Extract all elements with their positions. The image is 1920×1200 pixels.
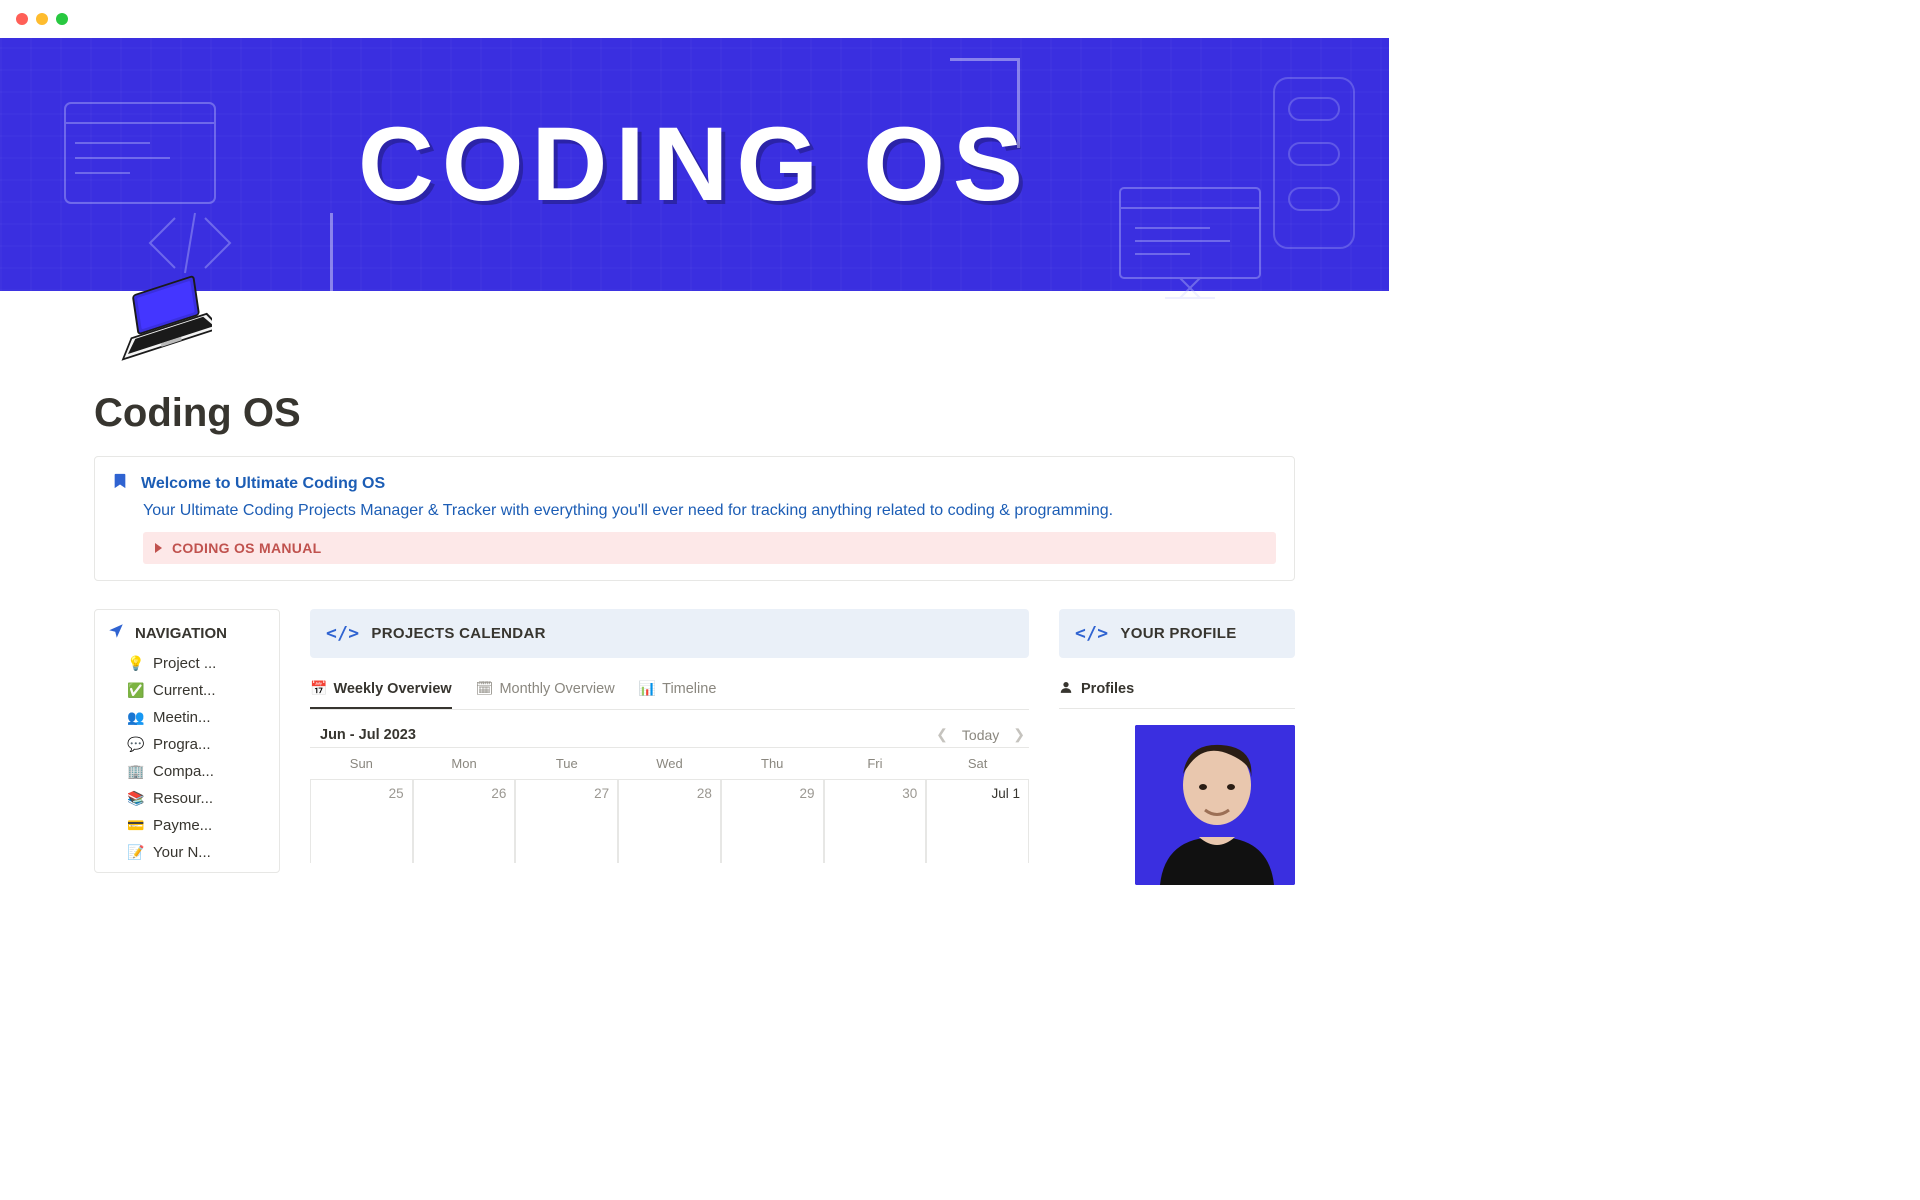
- code-icon: </>: [1075, 623, 1108, 644]
- sidebar-item-icon: 💬: [127, 736, 145, 753]
- calendar-date-label: 26: [491, 786, 506, 801]
- page-content: Coding OS Welcome to Ultimate Coding OS …: [0, 291, 1389, 885]
- projects-calendar-header: </> PROJECTS CALENDAR: [310, 609, 1029, 658]
- profile-avatar[interactable]: [1135, 725, 1295, 885]
- calendar-dayname: Sun: [310, 748, 413, 779]
- sidebar-item-2[interactable]: 👥 Meetin...: [107, 704, 267, 731]
- calendar-dayname: Thu: [721, 748, 824, 779]
- sidebar-item-icon: 👥: [127, 709, 145, 726]
- projects-calendar-title: PROJECTS CALENDAR: [371, 625, 545, 642]
- calendar-cell[interactable]: Jul 1: [926, 779, 1029, 863]
- page-title: Coding OS: [94, 391, 1295, 436]
- sidebar-item-label: Current...: [153, 682, 216, 699]
- callout-description: Your Ultimate Coding Projects Manager & …: [143, 502, 1276, 520]
- navigation-arrow-icon: [107, 622, 125, 644]
- sidebar-item-5[interactable]: 📚 Resour...: [107, 785, 267, 812]
- person-icon: [1059, 680, 1073, 698]
- calendar-cell[interactable]: 27: [515, 779, 618, 863]
- corner-bracket-icon: [330, 213, 400, 303]
- cover-title: CODING OS: [358, 105, 1031, 225]
- calendar-date-label: 25: [389, 786, 404, 801]
- sidebar-item-icon: 📚: [127, 790, 145, 807]
- corner-bracket-icon: [950, 58, 1020, 148]
- window-titlebar: [0, 0, 1389, 38]
- toggle-triangle-icon: [155, 543, 162, 553]
- sidebar-item-label: Payme...: [153, 817, 212, 834]
- tab-label: Weekly Overview: [333, 681, 451, 697]
- your-profile-title: YOUR PROFILE: [1120, 625, 1236, 642]
- welcome-callout: Welcome to Ultimate Coding OS Your Ultim…: [94, 456, 1295, 581]
- page-icon-laptop: [102, 269, 212, 379]
- sidebar-item-icon: 💳: [127, 817, 145, 834]
- window-doodle-icon: [60, 98, 220, 208]
- sidebar-item-icon: 📝: [127, 844, 145, 861]
- sidebar-item-3[interactable]: 💬 Progra...: [107, 731, 267, 758]
- calendar-dayname: Sat: [926, 748, 1029, 779]
- tab-label: Monthly Overview: [499, 681, 614, 697]
- monitor-doodle-icon: [1110, 183, 1270, 303]
- calendar-date-label: 28: [697, 786, 712, 801]
- profiles-tab-label: Profiles: [1081, 681, 1134, 697]
- code-angle-brackets-icon: [140, 208, 240, 278]
- navigation-card: NAVIGATION 💡 Project ... ✅ Current... 👥 Meeti…: [94, 609, 280, 873]
- tab-icon: 📅: [310, 680, 327, 697]
- calendar-dayname: Wed: [618, 748, 721, 779]
- tab-icon: 📊: [639, 680, 656, 697]
- calendar-date-label: Jul 1: [991, 786, 1020, 801]
- calendar-cell[interactable]: 30: [824, 779, 927, 863]
- calendar-dayname: Tue: [515, 748, 618, 779]
- calendar-cell[interactable]: 25: [310, 779, 413, 863]
- traffic-light-minimize-icon[interactable]: [36, 13, 48, 25]
- sidebar-item-icon: 🏢: [127, 763, 145, 780]
- traffic-light-close-icon[interactable]: [16, 13, 28, 25]
- manual-toggle[interactable]: CODING OS MANUAL: [143, 532, 1276, 564]
- sidebar-item-4[interactable]: 🏢 Compa...: [107, 758, 267, 785]
- calendar-next-button[interactable]: ❯: [1013, 726, 1025, 743]
- sidebar-item-label: Project ...: [153, 655, 216, 672]
- sidebar-item-label: Your N...: [153, 844, 211, 861]
- calendar-date-label: 27: [594, 786, 609, 801]
- sidebar-item-label: Meetin...: [153, 709, 211, 726]
- sidebar-item-1[interactable]: ✅ Current...: [107, 677, 267, 704]
- sidebar-item-label: Progra...: [153, 736, 211, 753]
- navigation-title: NAVIGATION: [135, 625, 227, 642]
- calendar-view-tabs: 📅 Weekly Overview 🗓 Monthly Overview 📊 Timeli…: [310, 668, 1029, 710]
- traffic-light-zoom-icon[interactable]: [56, 13, 68, 25]
- calendar-grid: SunMonTueWedThuFriSat 25 26 27 28 29 30 Jul 1: [310, 747, 1029, 863]
- sidebar-item-label: Compa...: [153, 763, 214, 780]
- bookmark-icon: [113, 473, 127, 494]
- tab-monthly-overview[interactable]: 🗓 Monthly Overview: [476, 680, 615, 709]
- manual-toggle-label: CODING OS MANUAL: [172, 540, 321, 556]
- sidebar-item-label: Resour...: [153, 790, 213, 807]
- phone-doodle-icon: [1269, 73, 1359, 253]
- calendar-prev-button[interactable]: ❮: [936, 726, 948, 743]
- calendar-dayname: Mon: [413, 748, 516, 779]
- calendar-cell[interactable]: 29: [721, 779, 824, 863]
- calendar-cell[interactable]: 26: [413, 779, 516, 863]
- calendar-today-button[interactable]: Today: [962, 727, 999, 743]
- profiles-tab[interactable]: Profiles: [1059, 668, 1295, 709]
- page-cover: CODING OS: [0, 38, 1389, 291]
- code-icon: </>: [326, 623, 359, 644]
- sidebar-item-icon: ✅: [127, 682, 145, 699]
- calendar-date-label: 29: [800, 786, 815, 801]
- tab-label: Timeline: [662, 681, 716, 697]
- sidebar-item-0[interactable]: 💡 Project ...: [107, 650, 267, 677]
- callout-title: Welcome to Ultimate Coding OS: [141, 475, 385, 493]
- sidebar-item-6[interactable]: 💳 Payme...: [107, 812, 267, 839]
- tab-timeline[interactable]: 📊 Timeline: [639, 680, 717, 709]
- tab-weekly-overview[interactable]: 📅 Weekly Overview: [310, 680, 452, 709]
- calendar-cell[interactable]: 28: [618, 779, 721, 863]
- sidebar-item-7[interactable]: 📝 Your N...: [107, 839, 267, 866]
- sidebar-item-icon: 💡: [127, 655, 145, 672]
- calendar-dayname: Fri: [824, 748, 927, 779]
- calendar-range-label: Jun - Jul 2023: [320, 727, 416, 743]
- your-profile-header: </> YOUR PROFILE: [1059, 609, 1295, 658]
- tab-icon: 🗓: [476, 680, 494, 697]
- calendar-date-label: 30: [902, 786, 917, 801]
